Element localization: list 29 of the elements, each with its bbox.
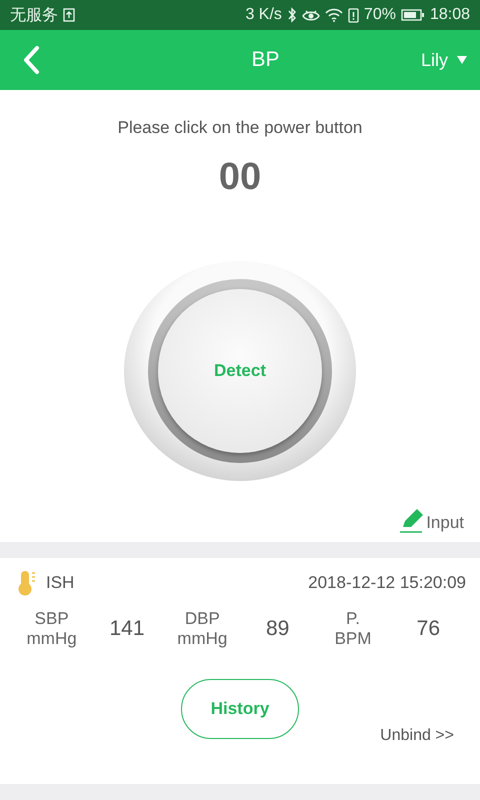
record-datetime: 2018-12-12 15:20:09 — [308, 573, 466, 593]
unbind-link[interactable]: Unbind >> — [380, 727, 454, 745]
carrier-text: 无服务 — [10, 6, 58, 26]
value-label: DBP mmHg — [176, 609, 228, 649]
user-dropdown[interactable]: Lily — [420, 50, 468, 70]
sim-alert-icon — [348, 8, 359, 22]
value-number: 141 — [108, 617, 146, 641]
pencil-icon — [399, 507, 426, 533]
sim-upload-icon — [63, 8, 75, 22]
instruction-text: Please click on the power button — [118, 118, 362, 138]
value-number: 89 — [264, 617, 290, 641]
back-button[interactable] — [22, 45, 40, 75]
detect-button[interactable]: Detect — [158, 289, 322, 453]
wifi-icon — [324, 8, 343, 22]
battery-icon — [400, 9, 425, 21]
eye-icon — [302, 8, 320, 22]
status-tag: ISH — [46, 573, 74, 593]
history-button[interactable]: History — [181, 679, 299, 739]
dropdown-caret-icon — [456, 55, 468, 65]
bluetooth-icon — [286, 7, 297, 23]
value-label: SBP mmHg — [26, 609, 78, 649]
reading-value: 00 — [218, 156, 262, 199]
value-label: P. BPM — [334, 609, 372, 649]
battery-percent: 70% — [364, 6, 396, 24]
clock-time: 18:08 — [430, 6, 470, 24]
page-title: BP — [251, 48, 280, 72]
value-number: 76 — [416, 617, 441, 641]
input-button[interactable]: Input — [399, 507, 464, 533]
network-speed: 3 K/s — [245, 6, 282, 24]
